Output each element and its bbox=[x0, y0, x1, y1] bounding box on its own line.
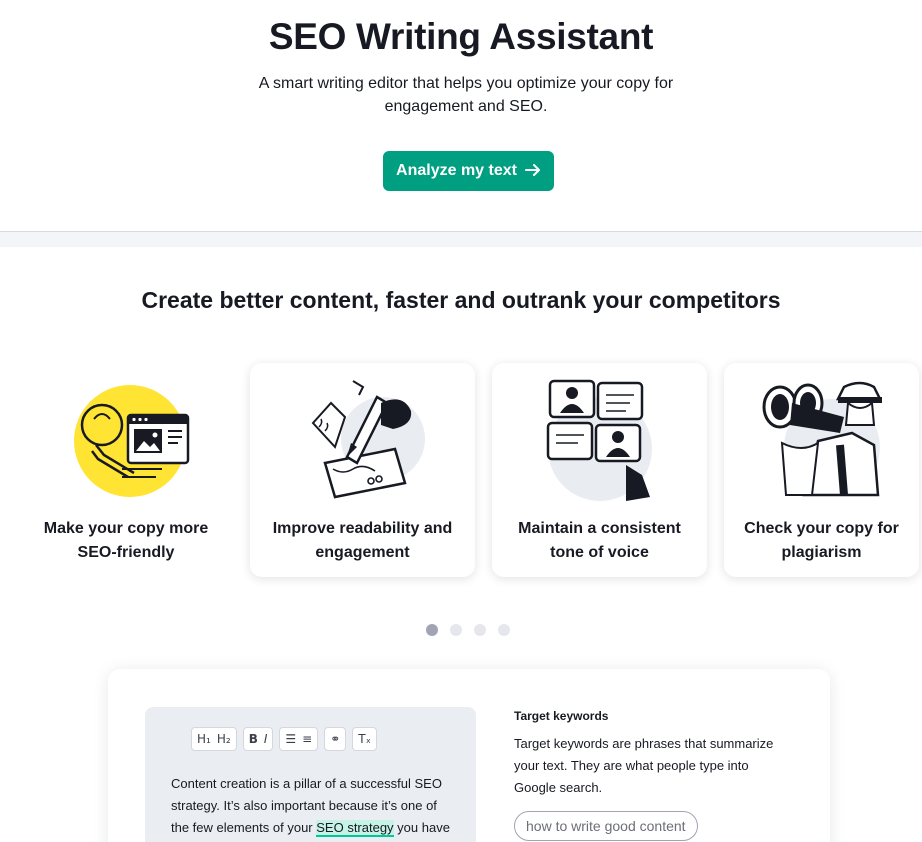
keyword-highlight: SEO strategy bbox=[316, 820, 394, 837]
bullet-list-icon[interactable]: ≡ bbox=[302, 732, 312, 746]
editor-content[interactable]: Content creation is a pillar of a succes… bbox=[171, 773, 456, 839]
feature-card-title: Check your copy for plagiarism bbox=[744, 520, 899, 561]
feature-card-title: Improve readability and engagement bbox=[272, 520, 453, 561]
carousel-dot-2[interactable] bbox=[450, 624, 462, 636]
h1-button[interactable]: H₁ bbox=[197, 732, 211, 746]
target-keywords-panel: Target keywords Target keywords are phra… bbox=[514, 709, 794, 841]
lightbulb-browser-illustration bbox=[74, 385, 190, 497]
bold-button[interactable]: B bbox=[249, 732, 258, 746]
heading-group: H₁ H₂ bbox=[191, 727, 237, 751]
feature-card-tone[interactable]: Maintain a consistent tone of voice bbox=[492, 363, 707, 577]
feature-card-readability[interactable]: Improve readability and engagement bbox=[250, 363, 475, 577]
carousel-dots bbox=[426, 624, 510, 636]
hand-writing-illustration bbox=[311, 380, 425, 499]
page-title: SEO Writing Assistant bbox=[268, 16, 654, 57]
target-keywords-description: Target keywords are phrases that summari… bbox=[514, 736, 774, 795]
list-group: ☰ ≡ bbox=[279, 727, 319, 751]
clear-format-icon[interactable]: Tₓ bbox=[358, 732, 371, 746]
editor-text-tail: you have bbox=[393, 820, 450, 835]
features-section: Create better content, faster and outran… bbox=[0, 247, 922, 842]
carousel-dot-4[interactable] bbox=[498, 624, 510, 636]
features-heading: Create better content, faster and outran… bbox=[141, 287, 781, 313]
puzzle-people-illustration bbox=[546, 379, 652, 501]
italic-button[interactable]: I bbox=[264, 732, 268, 746]
binoculars-detective-illustration bbox=[762, 381, 882, 497]
ordered-list-icon[interactable]: ☰ bbox=[285, 732, 296, 746]
editor-demo-card: H₁ H₂ B I ☰ ≡ ⚭ Tₓ Content creation is a… bbox=[108, 669, 830, 842]
carousel-dot-3[interactable] bbox=[474, 624, 486, 636]
editor-toolbar: H₁ H₂ B I ☰ ≡ ⚭ Tₓ bbox=[191, 727, 377, 751]
feature-card-title: Make your copy more SEO-friendly bbox=[43, 520, 209, 561]
format-group: B I bbox=[242, 727, 274, 751]
feature-card-plagiarism[interactable]: Check your copy for plagiarism bbox=[724, 363, 919, 577]
link-icon[interactable]: ⚭ bbox=[330, 732, 340, 746]
clear-group: Tₓ bbox=[352, 727, 377, 751]
feature-card-title: Maintain a consistent tone of voice bbox=[518, 520, 681, 561]
target-keywords-heading: Target keywords bbox=[514, 709, 609, 723]
text-editor: H₁ H₂ B I ☰ ≡ ⚭ Tₓ Content creation is a… bbox=[145, 707, 476, 842]
feature-card-seo[interactable]: Make your copy more SEO-friendly bbox=[16, 363, 236, 577]
hero-subtitle: A smart writing editor that helps you op… bbox=[258, 75, 674, 115]
carousel-dot-1[interactable] bbox=[426, 624, 438, 636]
analyze-my-text-button[interactable]: Analyze my text bbox=[383, 151, 554, 191]
analyze-button-label: Analyze my text bbox=[396, 162, 517, 179]
arrow-right-icon bbox=[524, 161, 541, 182]
hero-section: SEO Writing Assistant A smart writing ed… bbox=[0, 0, 922, 232]
link-group: ⚭ bbox=[324, 727, 347, 751]
keyword-chip[interactable]: how to write good content bbox=[514, 811, 698, 841]
section-divider bbox=[0, 231, 922, 247]
h2-button[interactable]: H₂ bbox=[217, 732, 231, 746]
